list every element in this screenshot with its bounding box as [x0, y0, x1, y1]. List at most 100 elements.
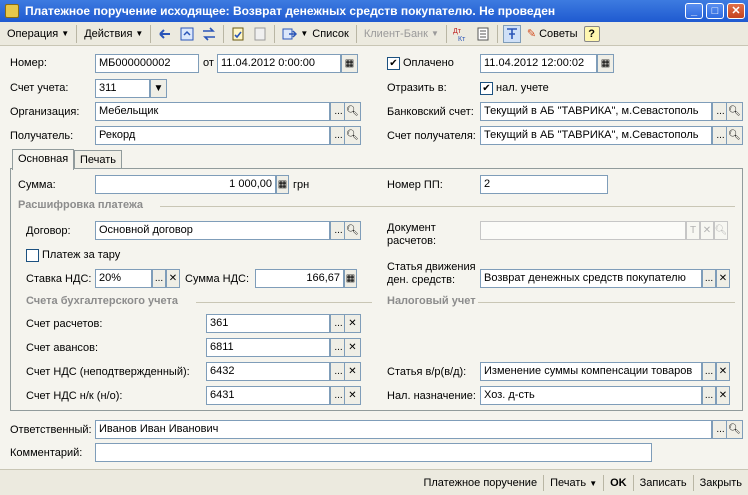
- svg-text:Кт: Кт: [458, 36, 466, 42]
- account-select[interactable]: 311: [95, 79, 150, 98]
- open-search-icon[interactable]: 🔍︎: [726, 126, 743, 145]
- bank-account-field[interactable]: Текущий в АБ "ТАВРИКА", м.Севастополь: [480, 102, 712, 121]
- client-bank-menu[interactable]: Клиент-Банк ▼: [360, 24, 443, 44]
- clear-icon[interactable]: ✕: [716, 386, 730, 405]
- tab-main[interactable]: Основная: [12, 149, 75, 170]
- bottom-bar: Платежное поручение Печать ▼ OK Записать…: [0, 469, 748, 495]
- print-menu[interactable]: Печать ▼: [544, 477, 603, 489]
- clear-icon[interactable]: ✕: [716, 269, 730, 288]
- organization-field[interactable]: Мебельщик: [95, 102, 330, 121]
- vat-nk-field[interactable]: 6431: [206, 386, 330, 405]
- settlement-doc-label: Документ: [387, 222, 436, 234]
- chevron-down-icon[interactable]: ▼: [150, 79, 167, 98]
- open-search-icon[interactable]: 🔍︎: [344, 221, 361, 240]
- cashflow-field[interactable]: Возврат денежных средств покупателю: [480, 269, 702, 288]
- contract-field[interactable]: Основной договор: [95, 221, 330, 240]
- open-search-icon[interactable]: 🔍︎: [726, 420, 743, 439]
- dropdown-arrow-icon: ▼: [61, 29, 70, 38]
- vat-rate-label: Ставка НДС:: [26, 273, 92, 285]
- clear-icon[interactable]: ✕: [166, 269, 180, 288]
- advance-account-field[interactable]: 6811: [206, 338, 330, 357]
- calendar-icon[interactable]: ▦: [341, 54, 358, 73]
- clear-icon[interactable]: ✕: [700, 221, 714, 240]
- select-button[interactable]: ...: [702, 362, 716, 381]
- tax-accounting-checkbox[interactable]: ✔: [480, 82, 493, 95]
- responsible-field[interactable]: Иванов Иван Иванович: [95, 420, 712, 439]
- dropdown-arrow-icon: ▼: [589, 478, 598, 488]
- clear-icon[interactable]: ✕: [344, 314, 361, 333]
- clear-icon[interactable]: ✕: [344, 338, 361, 357]
- breakdown-section-title: Расшифровка платежа: [18, 199, 144, 211]
- clear-icon[interactable]: ✕: [716, 362, 730, 381]
- date-from-label: от: [203, 57, 214, 69]
- maximize-button[interactable]: □: [706, 3, 724, 19]
- operation-menu[interactable]: Операция ▼: [3, 24, 73, 44]
- open-search-icon[interactable]: 🔍︎: [344, 102, 361, 121]
- transfer-icon[interactable]: [200, 25, 218, 43]
- save-button[interactable]: Записать: [634, 477, 693, 489]
- report-icon[interactable]: [474, 25, 492, 43]
- number-field[interactable]: МБ000000002: [95, 54, 199, 73]
- recipient-label: Получатель:: [10, 130, 74, 142]
- tab-print[interactable]: Печать: [74, 150, 123, 170]
- open-search-icon[interactable]: 🔍︎: [714, 221, 728, 240]
- list-button[interactable]: Список: [308, 24, 353, 44]
- organization-label: Организация:: [10, 106, 80, 118]
- ok-button[interactable]: OK: [604, 477, 633, 489]
- comment-field[interactable]: [95, 443, 652, 462]
- payment-order-print-button[interactable]: Платежное поручение: [417, 477, 543, 489]
- calculator-icon[interactable]: ▦: [344, 269, 357, 288]
- enter-on-basis-icon[interactable]: [156, 25, 174, 43]
- sum-field[interactable]: 1 000,00: [95, 175, 276, 194]
- structure-icon[interactable]: [502, 24, 521, 43]
- type-select-icon[interactable]: T: [686, 221, 700, 240]
- document-icon: [5, 4, 19, 18]
- cashflow-label-2: ден. средств:: [387, 274, 456, 286]
- actions-menu[interactable]: Действия ▼: [80, 24, 147, 44]
- calendar-icon[interactable]: ▦: [597, 54, 614, 73]
- paid-checkbox[interactable]: ✔: [387, 57, 400, 70]
- close-button[interactable]: ✕: [727, 3, 745, 19]
- dropdown-arrow-icon[interactable]: ▼: [300, 29, 308, 38]
- tax-accounting-label: нал. учете: [496, 82, 549, 94]
- unpost-document-icon[interactable]: [251, 25, 269, 43]
- select-button[interactable]: ...: [152, 269, 166, 288]
- tare-payment-label: Платеж за тару: [42, 249, 121, 261]
- dt-kt-icon[interactable]: Дт Кт: [452, 25, 470, 43]
- vat-sum-field[interactable]: 166,67: [255, 269, 344, 288]
- clear-icon[interactable]: ✕: [344, 362, 361, 381]
- toolbar-separator: [355, 24, 357, 43]
- tips-button[interactable]: ✎ Советы: [523, 24, 582, 44]
- close-form-button[interactable]: Закрыть: [694, 477, 748, 489]
- date-field[interactable]: 11.04.2012 0:00:00: [217, 54, 341, 73]
- vat-nk-label: Счет НДС н/к (н/о):: [26, 390, 123, 402]
- settlement-doc-field[interactable]: [480, 221, 686, 240]
- clear-icon[interactable]: ✕: [344, 386, 361, 405]
- help-icon[interactable]: ?: [583, 25, 600, 42]
- payment-number-field[interactable]: 2: [480, 175, 608, 194]
- select-button[interactable]: ...: [702, 269, 716, 288]
- recipient-field[interactable]: Рекорд: [95, 126, 330, 145]
- section-divider: [196, 302, 372, 303]
- post-document-icon[interactable]: [229, 25, 247, 43]
- settlement-account-label: Счет расчетов:: [26, 318, 103, 330]
- settlement-account-field[interactable]: 361: [206, 314, 330, 333]
- go-to-icon[interactable]: [280, 25, 298, 43]
- tax-section-title: Налоговый учет: [387, 295, 476, 307]
- refresh-icon[interactable]: [178, 25, 196, 43]
- calculator-icon[interactable]: ▦: [276, 175, 289, 194]
- open-search-icon[interactable]: 🔍︎: [344, 126, 361, 145]
- open-search-icon[interactable]: 🔍︎: [726, 102, 743, 121]
- select-button[interactable]: ...: [702, 386, 716, 405]
- article-field[interactable]: Изменение суммы компенсации товаров: [480, 362, 702, 381]
- recipient-account-field[interactable]: Текущий в АБ "ТАВРИКА", м.Севастополь: [480, 126, 712, 145]
- tax-purpose-field[interactable]: Хоз. д-сть: [480, 386, 702, 405]
- vat-unconfirmed-field[interactable]: 6432: [206, 362, 330, 381]
- vat-rate-field[interactable]: 20%: [95, 269, 152, 288]
- paid-label: Оплачено: [403, 57, 454, 69]
- toolbar-separator: [223, 24, 225, 43]
- toolbar-separator: [445, 24, 447, 43]
- tare-payment-checkbox[interactable]: [26, 249, 39, 262]
- minimize-button[interactable]: _: [685, 3, 703, 19]
- paid-date-field[interactable]: 11.04.2012 12:00:02: [480, 54, 597, 73]
